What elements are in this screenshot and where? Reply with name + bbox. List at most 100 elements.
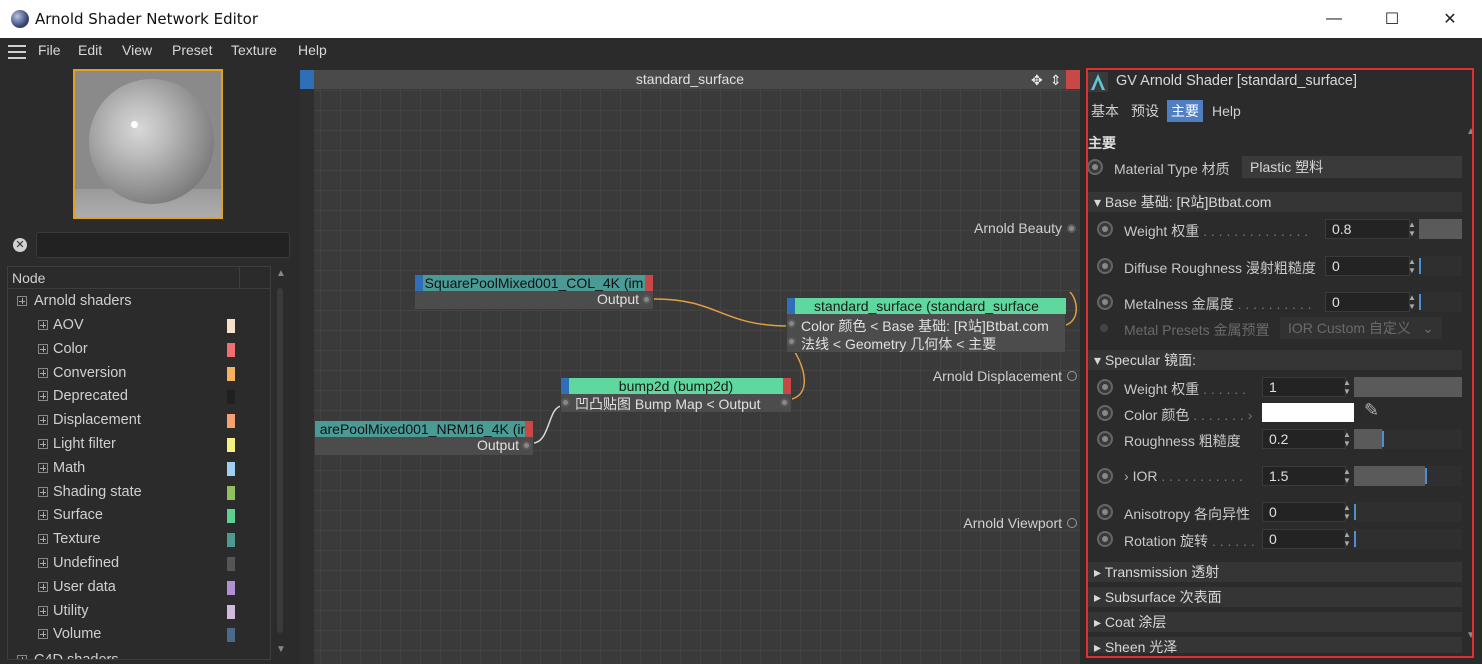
node-wires xyxy=(532,291,1077,444)
category-color-swatch xyxy=(227,580,235,595)
menu-texture[interactable]: Texture xyxy=(231,42,277,58)
menu-help[interactable]: Help xyxy=(298,42,327,58)
tree-scrollbar[interactable]: ▲ ▼ xyxy=(273,266,287,660)
output-socket[interactable] xyxy=(642,295,651,304)
tree-item[interactable]: Light filter xyxy=(8,433,270,457)
tree-header-divider xyxy=(239,267,240,289)
tree-item-label: Deprecated xyxy=(53,388,128,405)
tree-header: Node xyxy=(8,267,270,289)
expand-icon[interactable] xyxy=(38,605,48,616)
tree-item-label: Shading state xyxy=(53,483,142,500)
arnold-viewport-socket[interactable] xyxy=(1067,518,1077,528)
expand-icon[interactable] xyxy=(38,320,48,330)
tree-item-label: Undefined xyxy=(53,555,120,571)
tree-item-c4d-shaders[interactable]: C4D shaders xyxy=(8,649,270,659)
expand-icon[interactable] xyxy=(38,629,48,640)
preview-highlight xyxy=(131,121,138,128)
tree-item[interactable]: Displacement xyxy=(8,409,270,433)
tree-item-label: Math xyxy=(53,459,86,476)
color-port: Color 颜色 < Base 基础: [R站]Btbat.com xyxy=(801,318,1049,334)
category-color-swatch xyxy=(227,342,235,357)
wire-nrm-to-bump xyxy=(532,405,563,444)
tree-item[interactable]: Deprecated xyxy=(8,385,270,409)
menu-edit[interactable]: Edit xyxy=(78,42,102,58)
expand-icon[interactable] xyxy=(38,510,48,521)
maximize-button[interactable]: ☐ xyxy=(1363,0,1421,38)
menu-preset[interactable]: Preset xyxy=(172,42,212,58)
tree-item-label: AOV xyxy=(53,317,84,333)
expand-icon[interactable] xyxy=(38,439,48,449)
category-color-swatch xyxy=(227,319,235,333)
arnold-displacement-socket[interactable] xyxy=(1067,371,1077,381)
output-socket[interactable] xyxy=(780,398,789,407)
normal-port: 法线 < Geometry 几何体 < 主要 xyxy=(801,336,997,352)
tree-item[interactable]: Shading state xyxy=(8,481,270,505)
hamburger-menu-icon[interactable] xyxy=(8,45,26,59)
node-tree: Node Arnold shaders AOV Color Conversion De… xyxy=(7,266,271,660)
menu-bar xyxy=(0,38,1482,64)
tree-item-label: Arnold shaders xyxy=(34,293,132,309)
search-input[interactable] xyxy=(36,232,290,258)
tree-item-label: Color xyxy=(53,340,88,357)
collapse-icon[interactable] xyxy=(17,296,27,306)
highlight-frame xyxy=(1086,68,1474,658)
node-input-tab xyxy=(415,275,423,291)
node-output-tab xyxy=(783,378,791,394)
tree-item[interactable]: User data xyxy=(8,576,270,600)
category-color-swatch xyxy=(227,366,235,381)
tree-scroll-thumb[interactable] xyxy=(277,288,283,633)
bump2d-node[interactable]: bump2d (bump2d) 凹凸贴图 Bump Map < Output xyxy=(560,377,792,413)
expand-icon[interactable] xyxy=(38,581,48,592)
scroll-up-icon[interactable]: ▲ xyxy=(276,268,286,279)
category-color-swatch xyxy=(227,557,235,571)
tree-item[interactable]: Conversion xyxy=(8,362,270,386)
tree-item[interactable]: Undefined xyxy=(8,552,270,576)
input-socket-normal[interactable] xyxy=(787,337,796,346)
bump-map-port: 凹凸贴图 Bump Map < Output xyxy=(575,396,761,412)
node-title: bump2d (bump2d) xyxy=(561,378,791,394)
node-input-tab xyxy=(787,298,795,314)
expand-icon[interactable] xyxy=(38,367,48,378)
node-output-tab xyxy=(645,275,653,291)
material-preview[interactable] xyxy=(73,69,223,219)
tree-item-label: Light filter xyxy=(53,436,116,452)
arnold-beauty-socket[interactable] xyxy=(1067,224,1076,233)
expand-icon[interactable] xyxy=(38,486,48,497)
tree-item[interactable]: Texture xyxy=(8,528,270,552)
expand-icon[interactable] xyxy=(38,415,48,426)
close-button[interactable]: ✕ xyxy=(1421,0,1479,38)
input-socket-color[interactable] xyxy=(787,319,796,328)
tree-item[interactable]: Volume xyxy=(8,623,270,647)
menu-view[interactable]: View xyxy=(122,42,152,58)
expand-icon[interactable] xyxy=(38,462,48,473)
node-title: arePoolMixed001_NRM16_4K (in xyxy=(315,421,533,437)
expand-icon[interactable] xyxy=(38,391,48,402)
expand-icon[interactable] xyxy=(38,534,48,545)
col-texture-node[interactable]: SquarePoolMixed001_COL_4K (im Output xyxy=(414,274,654,310)
category-color-swatch xyxy=(227,533,235,548)
tree-item[interactable]: AOV xyxy=(8,314,270,338)
nrm-texture-node[interactable]: arePoolMixed001_NRM16_4K (in Output xyxy=(314,420,534,456)
category-color-swatch xyxy=(227,628,235,643)
input-socket[interactable] xyxy=(561,398,570,407)
tree-item-arnold-shaders[interactable]: Arnold shaders xyxy=(8,290,270,314)
clear-search-icon[interactable]: ✕ xyxy=(13,238,27,252)
expand-icon[interactable] xyxy=(38,558,48,568)
tree-item[interactable]: Color xyxy=(8,338,270,362)
window-title: Arnold Shader Network Editor xyxy=(35,10,259,28)
arnold-beauty-label: Arnold Beauty xyxy=(974,220,1062,236)
scroll-down-icon[interactable]: ▼ xyxy=(276,644,286,655)
tree-item[interactable]: Math xyxy=(8,457,270,481)
tree-item[interactable]: Utility xyxy=(8,600,270,624)
expand-icon[interactable] xyxy=(17,655,27,659)
tree-item-label: Texture xyxy=(53,531,101,548)
output-socket[interactable] xyxy=(522,441,531,450)
menu-file[interactable]: File xyxy=(38,42,61,58)
category-color-swatch xyxy=(227,390,235,405)
tree-item[interactable]: Surface xyxy=(8,504,270,528)
standard-surface-node[interactable]: standard_surface (standard_surface Color… xyxy=(786,297,1066,353)
expand-icon[interactable] xyxy=(38,343,48,354)
category-color-swatch xyxy=(227,438,235,452)
category-color-swatch xyxy=(227,485,235,500)
minimize-button[interactable]: — xyxy=(1305,0,1363,38)
